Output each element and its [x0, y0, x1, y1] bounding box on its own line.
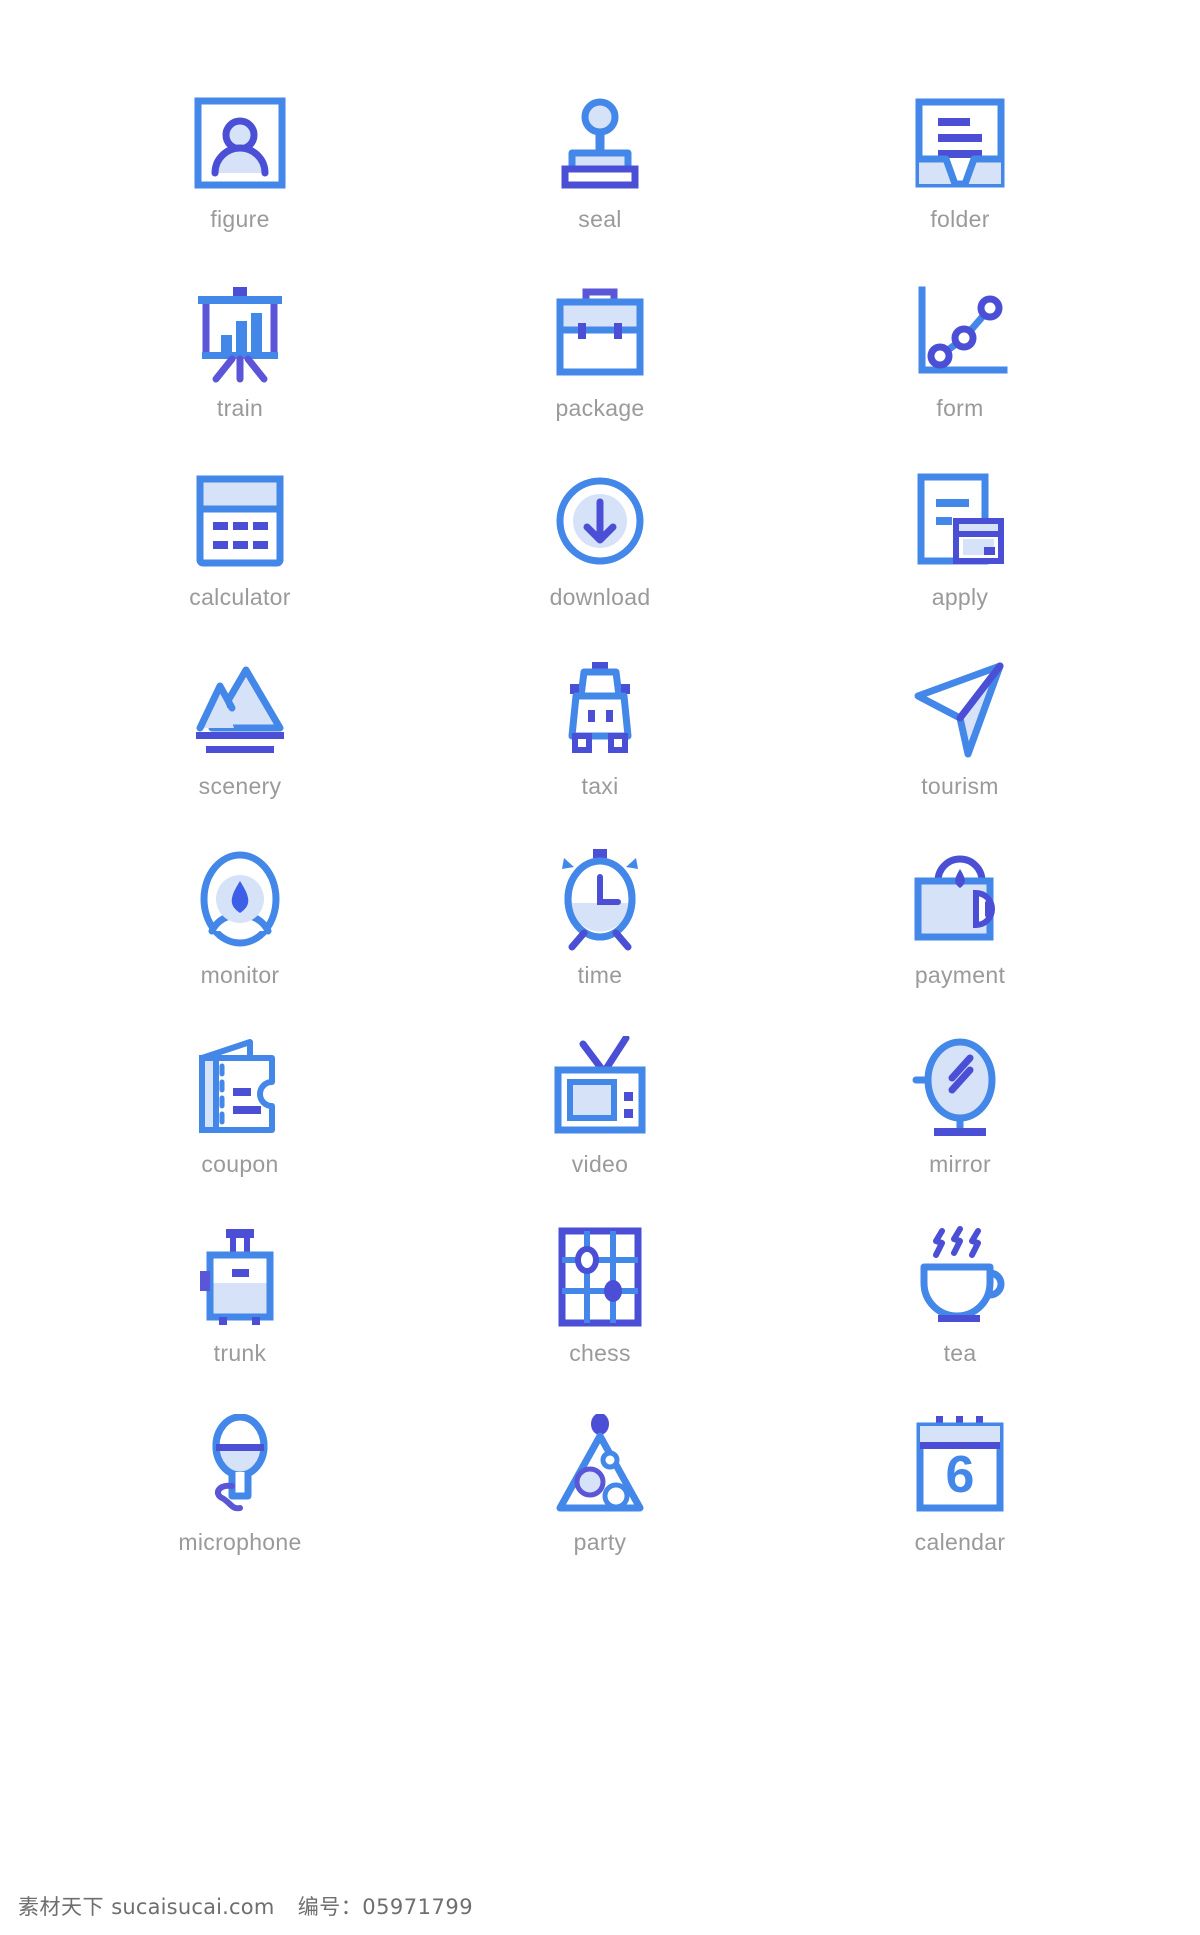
icon-label: tea: [943, 1340, 977, 1366]
package-icon: [535, 273, 665, 391]
icon-label: package: [555, 395, 645, 421]
taxi-icon: [535, 651, 665, 769]
icon-label: scenery: [198, 773, 282, 799]
icon-label: party: [573, 1529, 627, 1555]
icon-cell-scenery[interactable]: scenery: [60, 645, 420, 834]
icon-label: tourism: [921, 773, 999, 799]
icon-cell-payment[interactable]: payment: [780, 834, 1140, 1023]
microphone-icon: [175, 1407, 305, 1525]
icon-label: microphone: [178, 1529, 302, 1555]
icon-cell-time[interactable]: time: [420, 834, 780, 1023]
scenery-icon: [175, 651, 305, 769]
chess-icon: [535, 1218, 665, 1336]
icon-set-page: figure seal folder train package form ca…: [0, 0, 1200, 1935]
icon-label: payment: [914, 962, 1006, 988]
icon-cell-coupon[interactable]: coupon: [60, 1023, 420, 1212]
icon-cell-apply[interactable]: apply: [780, 456, 1140, 645]
footer-number: 05971799: [362, 1895, 474, 1919]
icon-label: folder: [930, 206, 990, 232]
icon-label: seal: [578, 206, 622, 232]
time-icon: [535, 840, 665, 958]
icon-label: monitor: [200, 962, 280, 988]
icon-cell-taxi[interactable]: taxi: [420, 645, 780, 834]
calendar-day-number: 6: [946, 1446, 975, 1504]
icon-cell-monitor[interactable]: monitor: [60, 834, 420, 1023]
icon-cell-chess[interactable]: chess: [420, 1212, 780, 1401]
icon-cell-figure[interactable]: figure: [60, 78, 420, 267]
icon-label: time: [577, 962, 623, 988]
icon-label: calendar: [914, 1529, 1006, 1555]
figure-icon: [175, 84, 305, 202]
icon-cell-seal[interactable]: seal: [420, 78, 780, 267]
icon-label: figure: [210, 206, 270, 232]
trunk-icon: [175, 1218, 305, 1336]
icon-cell-microphone[interactable]: microphone: [60, 1401, 420, 1590]
apply-icon: [895, 462, 1025, 580]
footer-watermark: 素材天下 sucaisucai.com 编号：05971799: [18, 1891, 473, 1921]
footer-site: sucaisucai.com: [111, 1895, 275, 1919]
coupon-icon: [175, 1029, 305, 1147]
footer-brand: 素材天下: [18, 1895, 104, 1919]
download-icon: [535, 462, 665, 580]
icon-cell-mirror[interactable]: mirror: [780, 1023, 1140, 1212]
icon-label: form: [936, 395, 984, 421]
icon-label: train: [216, 395, 264, 421]
payment-icon: [895, 840, 1025, 958]
icon-cell-calendar[interactable]: 6 calendar: [780, 1401, 1140, 1590]
footer-number-label: 编号：: [297, 1895, 363, 1919]
video-icon: [535, 1029, 665, 1147]
icon-grid: figure seal folder train package form ca…: [60, 78, 1140, 1590]
tourism-icon: [895, 651, 1025, 769]
icon-label: video: [571, 1151, 629, 1177]
icon-label: apply: [931, 584, 989, 610]
icon-label: trunk: [213, 1340, 267, 1366]
folder-icon: [895, 84, 1025, 202]
icon-cell-train[interactable]: train: [60, 267, 420, 456]
mirror-icon: [895, 1029, 1025, 1147]
calendar-icon: 6: [895, 1407, 1025, 1525]
icon-cell-trunk[interactable]: trunk: [60, 1212, 420, 1401]
icon-cell-tourism[interactable]: tourism: [780, 645, 1140, 834]
form-icon: [895, 273, 1025, 391]
icon-label: calculator: [189, 584, 291, 610]
icon-cell-form[interactable]: form: [780, 267, 1140, 456]
seal-icon: [535, 84, 665, 202]
icon-label: download: [549, 584, 651, 610]
icon-cell-folder[interactable]: folder: [780, 78, 1140, 267]
icon-cell-calculator[interactable]: calculator: [60, 456, 420, 645]
calculator-icon: [175, 462, 305, 580]
icon-label: coupon: [201, 1151, 279, 1177]
icon-label: taxi: [581, 773, 619, 799]
icon-cell-tea[interactable]: tea: [780, 1212, 1140, 1401]
party-icon: [535, 1407, 665, 1525]
icon-label: mirror: [929, 1151, 991, 1177]
icon-cell-package[interactable]: package: [420, 267, 780, 456]
icon-cell-download[interactable]: download: [420, 456, 780, 645]
icon-cell-party[interactable]: party: [420, 1401, 780, 1590]
icon-label: chess: [569, 1340, 631, 1366]
icon-cell-video[interactable]: video: [420, 1023, 780, 1212]
monitor-icon: [175, 840, 305, 958]
tea-icon: [895, 1218, 1025, 1336]
train-icon: [175, 273, 305, 391]
